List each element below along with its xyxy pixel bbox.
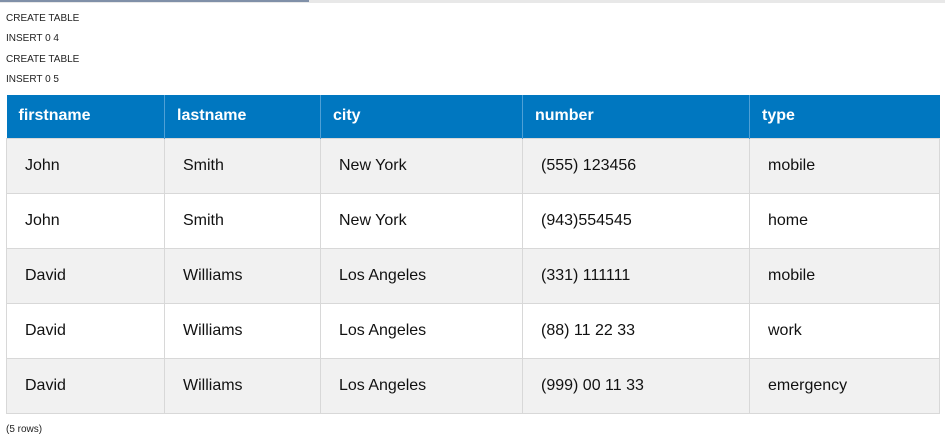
row-count-footer: (5 rows): [6, 424, 43, 435]
log-line: CREATE TABLE: [6, 13, 80, 24]
cell-number: (999) 00 11 33: [522, 357, 750, 414]
cell-city: New York: [320, 192, 523, 249]
progress-track: [0, 0, 945, 3]
cell-number: (943)554545: [522, 192, 750, 249]
cell-type: mobile: [749, 137, 940, 194]
column-header-number[interactable]: number: [522, 95, 750, 138]
cell-lastname: Smith: [164, 137, 321, 194]
table-row: David Williams Los Angeles (331) 111111 …: [6, 247, 940, 304]
cell-firstname: John: [6, 192, 165, 249]
cell-number: (555) 123456: [522, 137, 750, 194]
log-line: INSERT 0 4: [6, 33, 59, 44]
cell-city: Los Angeles: [320, 247, 523, 304]
table-row: John Smith New York (555) 123456 mobile: [6, 137, 940, 194]
cell-lastname: Williams: [164, 357, 321, 414]
cell-city: New York: [320, 137, 523, 194]
cell-city: Los Angeles: [320, 302, 523, 359]
cell-lastname: Williams: [164, 302, 321, 359]
column-header-type[interactable]: type: [749, 95, 940, 138]
cell-type: mobile: [749, 247, 940, 304]
cell-number: (88) 11 22 33: [522, 302, 750, 359]
cell-firstname: David: [6, 302, 165, 359]
cell-city: Los Angeles: [320, 357, 523, 414]
log-line: INSERT 0 5: [6, 74, 59, 85]
table-row: John Smith New York (943)554545 home: [6, 192, 940, 249]
cell-number: (331) 111111: [522, 247, 750, 304]
results-table: firstname lastname city number type John…: [6, 95, 940, 414]
table-row: David Williams Los Angeles (999) 00 11 3…: [6, 357, 940, 414]
cell-lastname: Williams: [164, 247, 321, 304]
column-header-lastname[interactable]: lastname: [164, 95, 321, 138]
log-line: CREATE TABLE: [6, 54, 80, 65]
cell-firstname: David: [6, 247, 165, 304]
cell-lastname: Smith: [164, 192, 321, 249]
cell-type: emergency: [749, 357, 940, 414]
cell-firstname: David: [6, 357, 165, 414]
progress-fill: [0, 0, 309, 2]
table-header-row: firstname lastname city number type: [6, 95, 940, 138]
column-header-firstname[interactable]: firstname: [6, 95, 165, 138]
cell-firstname: John: [6, 137, 165, 194]
column-header-city[interactable]: city: [320, 95, 523, 138]
cell-type: home: [749, 192, 940, 249]
table-row: David Williams Los Angeles (88) 11 22 33…: [6, 302, 940, 359]
cell-type: work: [749, 302, 940, 359]
